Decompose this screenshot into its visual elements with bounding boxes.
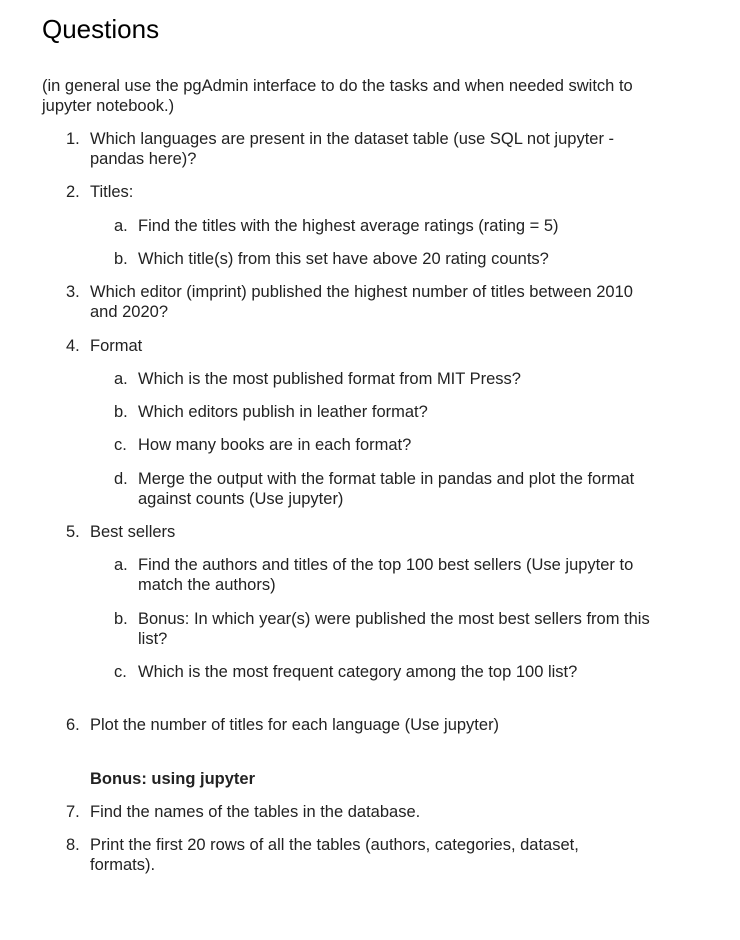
item-number: 5. (66, 523, 80, 541)
item-letter: b. (114, 403, 128, 421)
item-number: 1. (66, 130, 80, 148)
item-text: Format (90, 337, 143, 355)
bonus-heading-text: Bonus: using jupyter (90, 770, 255, 788)
item-letter: a. (114, 556, 128, 574)
item-text: Which editors publish in leather format? (138, 403, 428, 421)
item-text: Plot the number of titles for each langu… (90, 716, 500, 734)
intro-text: (in general use the pgAdmin interface to… (42, 77, 633, 115)
item-number: 7. (66, 803, 80, 821)
item-letter: d. (114, 470, 128, 488)
item-text: Which editor (imprint) published the hig… (90, 283, 633, 321)
document: Questions (in general use the pgAdmin in… (0, 0, 740, 940)
item-number: 6. (66, 716, 80, 734)
item-letter: c. (114, 436, 127, 454)
item-text: Find the names of the tables in the data… (90, 803, 421, 821)
item-text: Find the titles with the highest average… (138, 217, 559, 235)
item-text: Which is the most frequent category amon… (138, 663, 578, 681)
item-letter: c. (114, 663, 127, 681)
page-title: Questions (42, 14, 160, 44)
item-text: Print the first 20 rows of all the table… (90, 836, 579, 874)
item-text: Bonus: In which year(s) were published t… (138, 610, 650, 648)
item-number: 3. (66, 283, 80, 301)
item-letter: b. (114, 610, 128, 628)
item-text: Best sellers (90, 523, 176, 541)
item-text: Which title(s) from this set have above … (138, 250, 549, 268)
item-text: Find the authors and titles of the top 1… (138, 556, 634, 594)
item-number: 2. (66, 183, 80, 201)
item-text: Titles: (90, 183, 134, 201)
item-text: How many books are in each format? (138, 436, 412, 454)
item-letter: a. (114, 217, 128, 235)
item-letter: a. (114, 370, 128, 388)
item-text: Which is the most published format from … (138, 370, 521, 388)
item-number: 4. (66, 337, 80, 355)
item-letter: b. (114, 250, 128, 268)
item-text: Which languages are present in the datas… (90, 130, 615, 168)
item-number: 8. (66, 836, 80, 854)
item-text: Merge the output with the format table i… (138, 470, 635, 508)
